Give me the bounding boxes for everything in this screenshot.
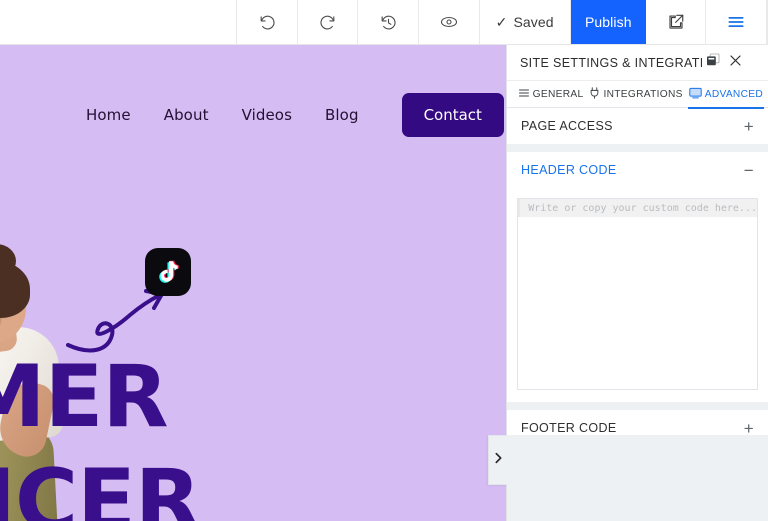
chevron-right-icon (493, 451, 504, 470)
section-page-access-toggle[interactable]: + (744, 118, 754, 135)
tab-general-label: GENERAL (532, 88, 584, 100)
section-page-access[interactable]: PAGE ACCESS + (507, 108, 768, 144)
tab-integrations-label: INTEGRATIONS (603, 88, 683, 100)
plug-icon (589, 86, 600, 102)
redo-icon (318, 13, 337, 32)
nav-item-videos[interactable]: Videos (242, 106, 292, 124)
tab-general[interactable]: GENERAL (515, 81, 587, 108)
undo-icon (258, 13, 277, 32)
code-active-line: Write or copy your custom code here... (518, 199, 757, 217)
tab-advanced[interactable]: ADVANCED (686, 81, 766, 109)
section-footer-code-label: FOOTER CODE (521, 421, 617, 435)
panel-tabs: GENERAL INTEGRATIONS ADVANCED (507, 81, 768, 109)
check-icon: ✓ (495, 13, 508, 30)
hero-headline-line2: NCER (0, 451, 201, 521)
section-header-code-toggle[interactable]: − (744, 162, 754, 179)
history-button[interactable] (358, 0, 420, 44)
header-code-editor-wrap: Write or copy your custom code here... (507, 188, 768, 402)
panel-close-button[interactable] (724, 53, 746, 73)
saved-label: Saved (513, 14, 554, 30)
panel-collapse-handle[interactable] (488, 435, 507, 485)
publish-label: Publish (584, 14, 632, 30)
section-divider-1 (507, 144, 768, 152)
redo-button[interactable] (297, 0, 359, 44)
history-icon (379, 13, 398, 32)
section-page-access-label: PAGE ACCESS (521, 119, 613, 133)
publish-button[interactable]: Publish (570, 0, 646, 44)
copy-icon (705, 52, 721, 73)
nav-item-home[interactable]: Home (86, 106, 131, 124)
nav-item-blog[interactable]: Blog (325, 106, 359, 124)
nav-contact-button[interactable]: Contact (401, 93, 504, 137)
open-site-button[interactable] (645, 0, 707, 44)
site-navigation: Home About Videos Blog Contact (0, 87, 504, 143)
panel-header: SITE SETTINGS & INTEGRATIO (507, 45, 768, 81)
preview-button[interactable] (419, 0, 480, 44)
eye-icon (439, 12, 459, 32)
main-menu-button[interactable] (706, 0, 768, 44)
tab-integrations[interactable]: INTEGRATIONS (586, 81, 685, 108)
panel-bottom-filler (507, 435, 768, 521)
section-footer-code-toggle[interactable]: + (744, 420, 754, 436)
monitor-code-icon (689, 87, 702, 102)
header-code-textarea[interactable]: Write or copy your custom code here... (517, 198, 758, 390)
panel-content: PAGE ACCESS + HEADER CODE − Write or cop… (507, 108, 768, 435)
hamburger-menu-icon (726, 12, 746, 32)
panel-duplicate-button[interactable] (702, 52, 724, 73)
section-header-code[interactable]: HEADER CODE − (507, 152, 768, 188)
close-icon (728, 53, 743, 73)
toolbar-left-spacer (0, 0, 238, 44)
saved-status[interactable]: ✓ Saved (479, 0, 571, 44)
undo-button[interactable] (237, 0, 298, 44)
tiktok-icon (145, 248, 191, 296)
panel-title: SITE SETTINGS & INTEGRATIO (520, 55, 702, 70)
section-divider-2 (507, 402, 768, 410)
external-link-icon (667, 13, 685, 31)
list-icon (518, 87, 530, 102)
tab-advanced-label: ADVANCED (704, 88, 763, 100)
hero-headline-line1: MER (0, 347, 169, 447)
site-settings-panel: SITE SETTINGS & INTEGRATIO GENERAL INTEG… (488, 45, 768, 521)
section-header-code-label: HEADER CODE (521, 163, 617, 177)
top-toolbar: ✓ Saved Publish (0, 0, 768, 45)
header-code-placeholder: Write or copy your custom code here... (528, 202, 757, 214)
section-footer-code[interactable]: FOOTER CODE + (507, 410, 768, 435)
nav-item-about[interactable]: About (164, 106, 209, 124)
editor-window: ✓ Saved Publish Home About Videos Blog C… (0, 0, 768, 521)
